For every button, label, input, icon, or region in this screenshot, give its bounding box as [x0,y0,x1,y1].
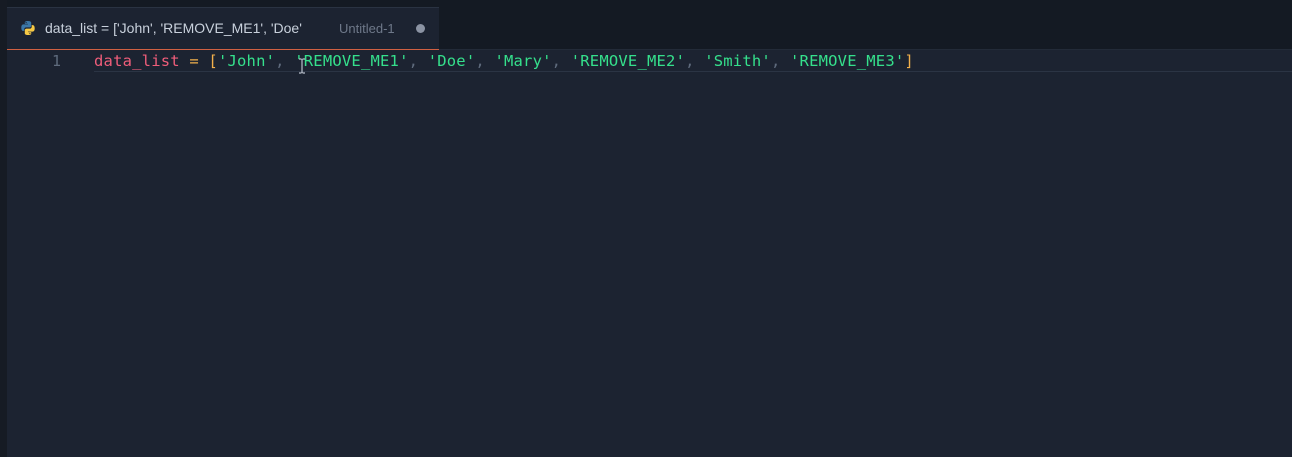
text-cursor-icon [299,58,305,74]
activity-edge [0,0,7,457]
token-string: 'REMOVE_ME3' [790,52,905,70]
editor-line-1[interactable]: 1 data_list = ['John', 'REMOVE_ME1', 'Do… [7,50,1292,72]
token-variable: data_list [94,52,180,70]
token-string: 'REMOVE_ME1' [294,52,409,70]
token-string: 'John' [217,52,276,70]
code-line[interactable]: data_list = ['John', 'REMOVE_ME1', 'Doe'… [94,50,1292,72]
token-string: 'Doe' [427,52,476,70]
editor-tab-untitled-1[interactable]: data_list = ['John', 'REMOVE_ME1', 'Doe'… [7,7,439,50]
token-string: 'REMOVE_ME2' [570,52,686,70]
token-comma: , [685,52,705,70]
tab-bar: data_list = ['John', 'REMOVE_ME1', 'Doe'… [7,0,1292,50]
line-number: 1 [52,52,62,70]
unsaved-dot-icon[interactable] [416,24,425,33]
token-operator: = [179,52,209,70]
token-string: 'Mary' [494,52,552,70]
token-comma: , [275,52,295,70]
tab-title: data_list = ['John', 'REMOVE_ME1', 'Doe' [45,20,302,36]
token-string: 'Smith' [704,52,771,70]
editor-window: data_list = ['John', 'REMOVE_ME1', 'Doe'… [0,0,1292,457]
token-comma: , [770,52,791,70]
token-comma: , [475,52,495,70]
token-comma: , [408,52,428,70]
token-close-bracket: ] [904,52,914,70]
token-comma: , [551,52,571,70]
python-icon [21,21,35,35]
tab-filename: Untitled-1 [339,21,395,36]
code-text[interactable]: data_list = ['John', 'REMOVE_ME1', 'Doe'… [94,50,914,72]
token-open-bracket: [ [208,52,218,70]
